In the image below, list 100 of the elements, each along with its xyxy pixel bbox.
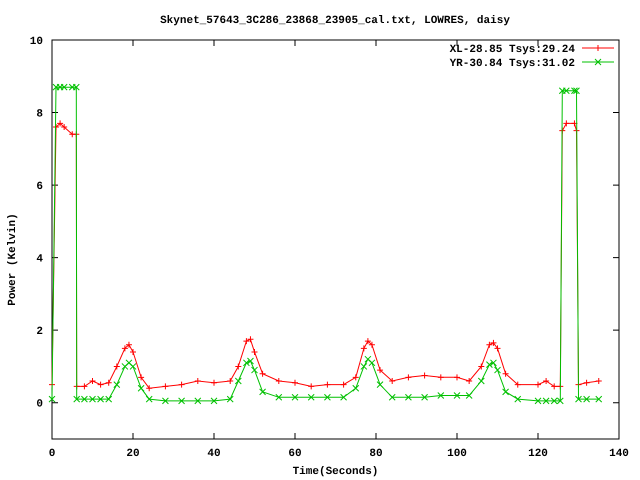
point <box>146 396 153 403</box>
point <box>466 377 473 384</box>
point <box>360 362 368 370</box>
point <box>234 377 242 384</box>
point <box>121 344 128 352</box>
point <box>308 394 315 401</box>
point <box>562 120 570 127</box>
y-tick-label: 2 <box>36 326 43 338</box>
legend-sample-line <box>582 44 614 52</box>
y-tick-label: 10 <box>30 36 43 48</box>
point <box>486 361 493 368</box>
point <box>352 384 360 392</box>
point <box>138 384 145 392</box>
point <box>494 344 501 352</box>
y-tick-label: 4 <box>36 254 43 266</box>
point <box>73 396 80 403</box>
legend-sample-line <box>582 58 614 66</box>
point <box>275 394 282 401</box>
point <box>364 356 372 363</box>
point <box>478 377 485 384</box>
point <box>246 358 254 365</box>
legend-label: YR-30.84 Tsys:31.02 <box>450 58 575 70</box>
x-tick-label: 60 <box>288 448 302 460</box>
y-tick-label: 6 <box>36 181 43 194</box>
point <box>178 381 186 388</box>
point <box>404 394 412 401</box>
point <box>162 382 169 390</box>
point <box>242 359 250 366</box>
point <box>340 381 348 388</box>
x-tick-label: 100 <box>447 448 467 460</box>
point <box>494 366 501 374</box>
point <box>48 396 56 403</box>
point <box>178 397 186 404</box>
point <box>583 379 590 386</box>
y-tick-label: 8 <box>36 108 43 121</box>
point <box>125 341 132 348</box>
point <box>226 396 234 403</box>
point <box>421 394 428 401</box>
point <box>226 377 234 384</box>
point <box>60 84 68 91</box>
point <box>502 370 510 378</box>
point <box>466 392 473 399</box>
point <box>259 388 266 396</box>
point <box>292 379 298 386</box>
chart-title: Skynet_57643_3C286_23868_23905_cal.txt, LOWRES, daisy <box>160 15 510 27</box>
point <box>80 382 88 390</box>
point <box>421 372 428 380</box>
point <box>542 377 550 384</box>
point <box>368 359 376 366</box>
point <box>562 87 570 94</box>
point <box>486 341 493 348</box>
point <box>60 124 68 131</box>
point <box>558 127 566 134</box>
point <box>550 382 558 390</box>
legend-label: XL-28.85 Tsys:29.24 <box>450 44 575 56</box>
point <box>97 396 104 403</box>
point <box>324 394 331 401</box>
x-tick-label: 0 <box>48 448 56 460</box>
point <box>454 392 460 399</box>
point <box>570 87 578 94</box>
point <box>542 397 550 404</box>
point <box>68 84 76 91</box>
point <box>368 341 376 348</box>
point <box>125 359 132 366</box>
point <box>210 379 218 386</box>
point <box>210 397 218 404</box>
point <box>80 396 88 403</box>
point <box>113 381 120 388</box>
point <box>583 396 590 403</box>
point <box>376 381 384 388</box>
point <box>595 396 602 403</box>
x-tick-label: 20 <box>126 448 140 460</box>
point <box>89 377 96 384</box>
point <box>490 339 497 346</box>
point <box>52 124 60 131</box>
point <box>130 362 136 370</box>
point <box>437 392 444 399</box>
point <box>534 397 542 404</box>
point <box>251 348 258 356</box>
point <box>514 381 522 388</box>
point <box>514 396 522 403</box>
point <box>340 394 348 401</box>
y-axis-label: Power (Kelvin) <box>7 213 19 306</box>
point <box>478 362 485 370</box>
x-tick-label: 40 <box>207 448 221 460</box>
point <box>113 362 120 370</box>
point <box>575 396 582 403</box>
point <box>454 374 460 381</box>
point <box>72 84 80 91</box>
x-tick-label: 120 <box>528 448 548 460</box>
point <box>234 362 242 370</box>
point <box>352 374 360 381</box>
point <box>194 377 202 384</box>
point <box>308 382 315 390</box>
point <box>534 381 542 388</box>
point <box>68 130 76 138</box>
x-tick-label: 80 <box>369 448 383 460</box>
x-tick-label: 140 <box>609 448 629 460</box>
point <box>246 336 254 343</box>
point <box>138 374 145 381</box>
